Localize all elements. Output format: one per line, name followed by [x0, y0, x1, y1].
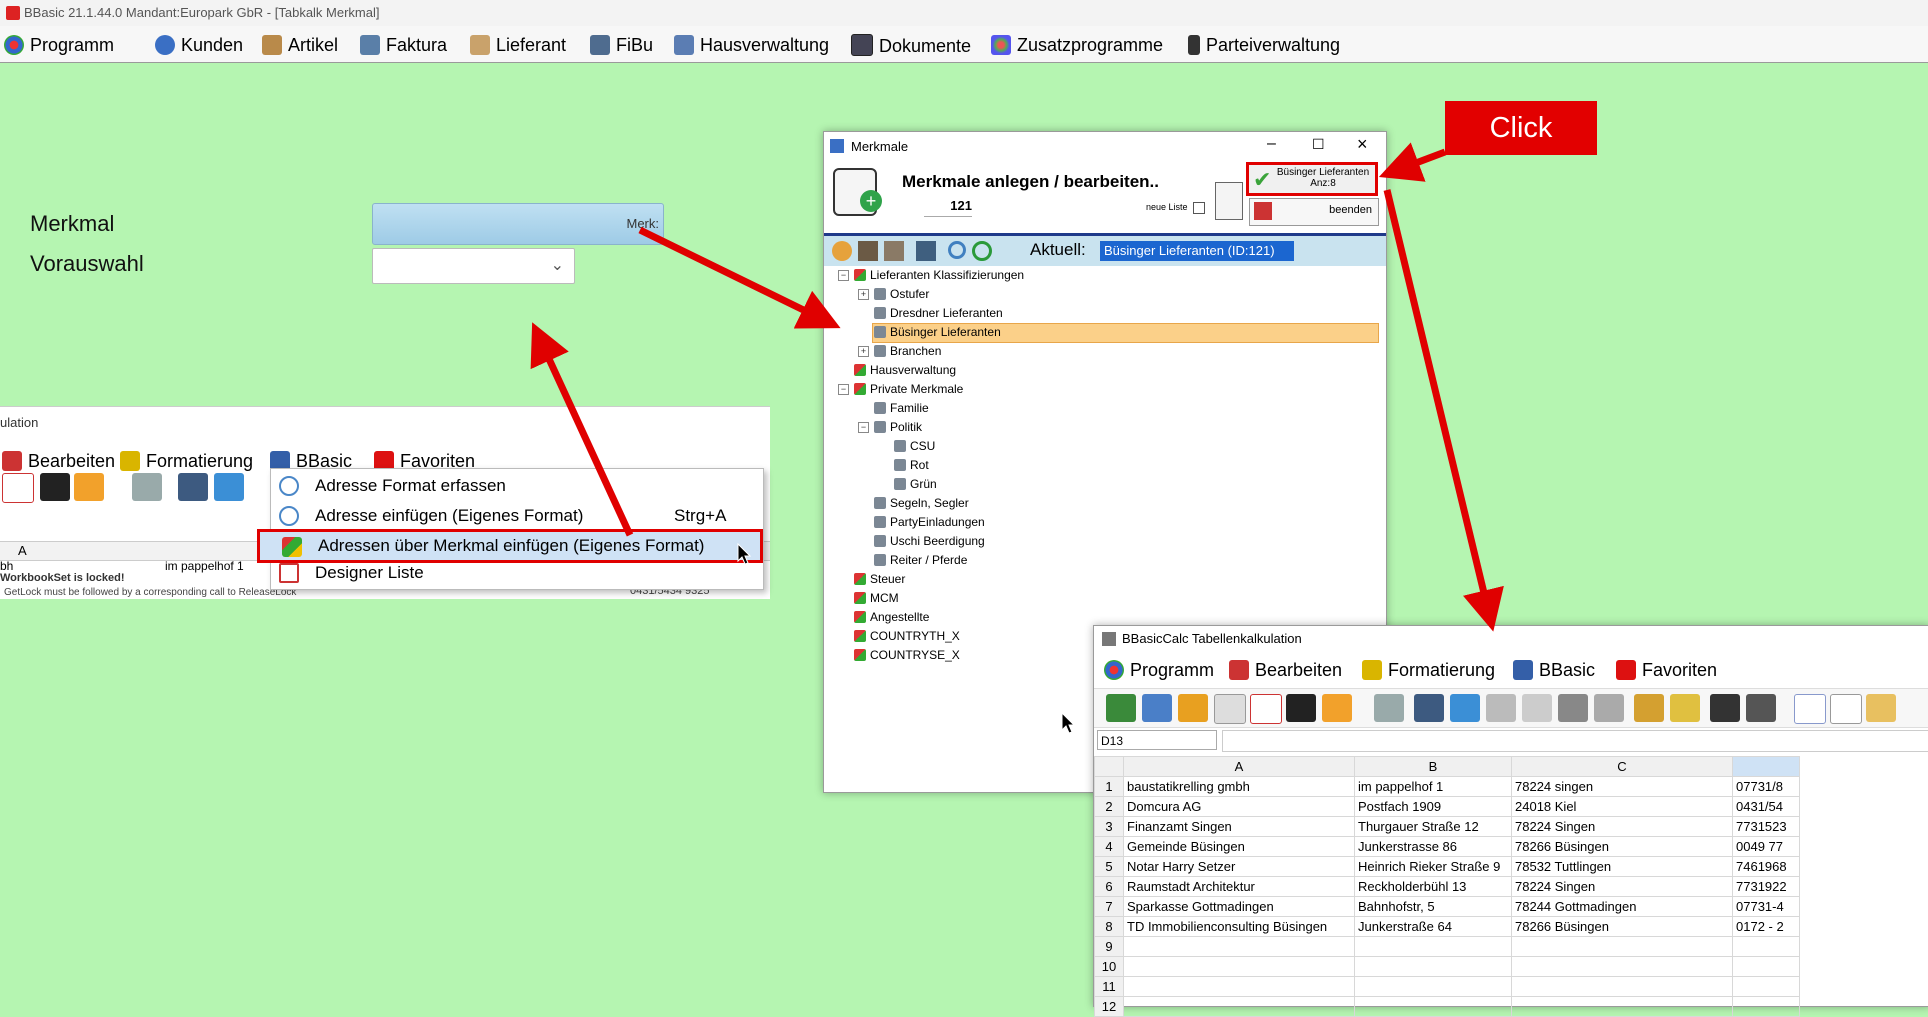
arrow-to-button	[1378, 142, 1447, 182]
arrow-to-tree-item	[638, 226, 841, 329]
arrow-to-merkmal-field	[530, 322, 634, 537]
mouse-cursor-icon	[1061, 712, 1075, 734]
annotation-arrows	[530, 142, 1504, 632]
menu-cursor-icon	[737, 543, 751, 565]
click-callout: Click	[1445, 101, 1597, 155]
arrow-to-calc-window	[1383, 189, 1504, 632]
